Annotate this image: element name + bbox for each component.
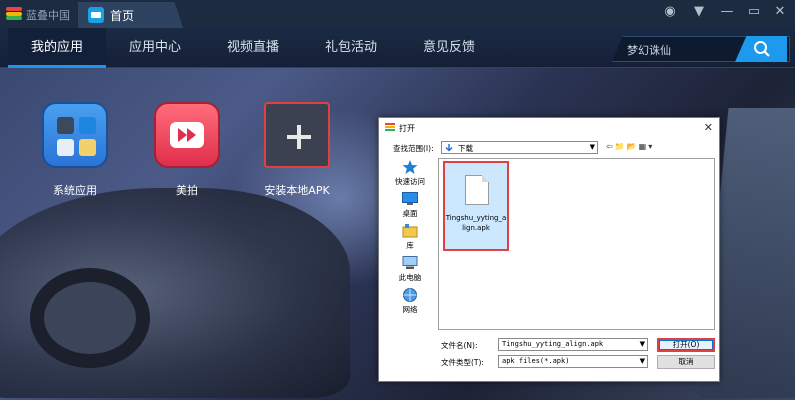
- app-system-apps[interactable]: 系统应用: [42, 102, 108, 202]
- back-icon[interactable]: ⇦: [606, 142, 615, 151]
- new-folder-icon[interactable]: 📂: [627, 142, 639, 151]
- dialog-title-bar: 打开 ✕: [379, 118, 719, 138]
- place-library[interactable]: 库: [383, 224, 437, 251]
- file-icon: [465, 175, 489, 205]
- desktop-icon: [402, 192, 418, 205]
- place-network[interactable]: 网络: [383, 288, 437, 315]
- nav-bar: 我的应用 应用中心 视频直播 礼包活动 意见反馈 梦幻诛仙: [0, 28, 795, 68]
- close-icon[interactable]: ✕: [770, 4, 790, 19]
- file-name-input[interactable]: Tingshu_yyting_align.apk ▼: [498, 338, 648, 351]
- app-label: 系统应用: [53, 184, 97, 197]
- dialog-title: 打开: [399, 124, 415, 133]
- title-bar: 蓝叠中国 首页 ◉ ▼ — ▭ ✕: [0, 0, 795, 28]
- chevron-down-icon: ▼: [639, 340, 645, 348]
- look-in-row: 查找范围(I): 下载 ▼ ⇦📁📂▦▾: [379, 140, 719, 156]
- minimize-icon[interactable]: —: [717, 4, 737, 19]
- add-icon: [264, 102, 330, 168]
- dialog-toolbar[interactable]: ⇦📁📂▦▾: [606, 142, 654, 151]
- maximize-icon[interactable]: ▭: [744, 4, 764, 19]
- file-list[interactable]: Tingshu_yyting_align.apk: [438, 158, 715, 330]
- user-icon[interactable]: ◉: [660, 4, 680, 19]
- app-label: 安装本地APK: [264, 184, 330, 197]
- open-file-dialog: 打开 ✕ 查找范围(I): 下载 ▼ ⇦📁📂▦▾ 快速访问 桌面 库 此电脑 网…: [378, 117, 720, 382]
- file-name-label: 文件名(N):: [441, 341, 478, 350]
- app-install-local-apk[interactable]: 安装本地APK: [264, 102, 330, 202]
- bluestacks-logo-icon: [385, 123, 395, 131]
- tab-home-label: 首页: [110, 9, 135, 23]
- tab-my-apps[interactable]: 我的应用: [8, 28, 106, 68]
- open-button[interactable]: 打开(O): [657, 338, 715, 352]
- search-text: 梦幻诛仙: [627, 44, 671, 57]
- star-icon: [402, 160, 418, 174]
- look-in-label: 查找范围(I):: [393, 144, 434, 153]
- place-quick-access[interactable]: 快速访问: [383, 160, 437, 187]
- bluestacks-logo-icon: [6, 7, 22, 20]
- tab-home[interactable]: 首页: [78, 2, 183, 28]
- search-icon: [754, 41, 770, 57]
- home-icon: [88, 7, 104, 23]
- app-meipai[interactable]: 美拍: [154, 102, 220, 202]
- up-folder-icon[interactable]: 📁: [615, 142, 627, 151]
- places-bar: 快速访问 桌面 库 此电脑 网络: [383, 158, 437, 318]
- system-apps-icon: [42, 102, 108, 168]
- look-in-value: 下载: [458, 144, 473, 153]
- place-this-pc[interactable]: 此电脑: [383, 256, 437, 283]
- chevron-down-icon: ▼: [589, 143, 595, 151]
- tab-video-live[interactable]: 视频直播: [204, 28, 302, 68]
- tab-feedback[interactable]: 意见反馈: [400, 28, 498, 68]
- dropdown-menu-icon[interactable]: ▼: [689, 4, 709, 19]
- app-name: 蓝叠中国: [26, 9, 70, 22]
- file-type-select[interactable]: apk files(*.apk) ▼: [498, 355, 648, 368]
- network-icon: [403, 288, 417, 302]
- download-arrow-icon: [445, 144, 453, 152]
- place-desktop[interactable]: 桌面: [383, 192, 437, 219]
- file-name: Tingshu_yyting_align.apk: [445, 214, 507, 232]
- library-icon: [402, 224, 418, 238]
- tab-app-center[interactable]: 应用中心: [106, 28, 204, 68]
- app-label: 美拍: [176, 184, 198, 197]
- cancel-button[interactable]: 取消: [657, 355, 715, 369]
- chevron-down-icon: ▼: [639, 357, 645, 365]
- dialog-close-icon[interactable]: ✕: [704, 121, 713, 134]
- look-in-select[interactable]: 下载 ▼: [441, 141, 598, 154]
- tab-gift-events[interactable]: 礼包活动: [302, 28, 400, 68]
- computer-icon: [402, 256, 418, 269]
- file-type-label: 文件类型(T):: [441, 358, 484, 367]
- file-item[interactable]: Tingshu_yyting_align.apk: [443, 161, 509, 251]
- meipai-icon: [154, 102, 220, 168]
- view-menu-icon[interactable]: ▦▾: [639, 142, 655, 151]
